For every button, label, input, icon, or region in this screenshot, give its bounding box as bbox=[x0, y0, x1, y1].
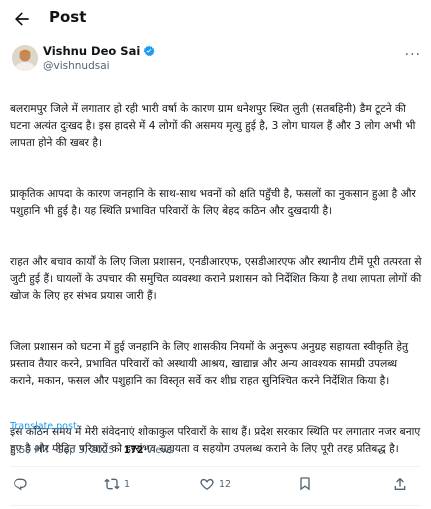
bookmark-icon bbox=[300, 477, 310, 491]
post-meta: 2:59 PM · Sep 3, 2025 · 172 Views bbox=[10, 445, 174, 456]
translate-post-link[interactable]: Translate post bbox=[10, 421, 77, 432]
bookmark-button[interactable] bbox=[297, 476, 313, 492]
repost-button[interactable]: 1 bbox=[104, 476, 130, 492]
repost-count: 1 bbox=[124, 478, 131, 490]
author-name[interactable]: Vishnu Deo Sai bbox=[43, 44, 140, 58]
more-icon[interactable]: ··· bbox=[405, 47, 421, 63]
views-count: 172 bbox=[123, 445, 144, 456]
author-name-row: Vishnu Deo Sai bbox=[43, 44, 155, 58]
share-icon bbox=[394, 477, 406, 490]
post-paragraph: बलरामपुर जिले में लगातार हो रही भारी वर्… bbox=[10, 103, 416, 149]
views-label: Views bbox=[143, 445, 174, 456]
top-bar: Post bbox=[0, 0, 431, 38]
author-handle[interactable]: @vishnudsai bbox=[43, 60, 110, 72]
post-paragraph: राहत और बचाव कार्यों के लिए जिला प्रशासन… bbox=[10, 256, 422, 302]
post-paragraph: प्राकृतिक आपदा के कारण जनहानि के साथ-साथ… bbox=[10, 188, 416, 217]
like-icon bbox=[200, 478, 214, 490]
avatar[interactable] bbox=[12, 45, 38, 71]
action-bar: 1 12 bbox=[0, 472, 431, 500]
repost-icon bbox=[104, 478, 120, 490]
back-button[interactable] bbox=[12, 9, 32, 29]
divider bbox=[10, 466, 421, 467]
reply-icon bbox=[14, 478, 27, 491]
share-button[interactable] bbox=[392, 476, 408, 492]
avatar-image bbox=[12, 45, 38, 71]
divider bbox=[10, 505, 421, 506]
post-timestamp[interactable]: 2:59 PM · Sep 3, 2025 · bbox=[10, 445, 124, 456]
verified-badge-icon bbox=[143, 45, 155, 57]
like-count: 12 bbox=[219, 478, 232, 490]
reply-button[interactable] bbox=[12, 476, 28, 492]
back-arrow-icon bbox=[15, 12, 29, 26]
post-paragraph: जिला प्रशासन को घटना में हुई जनहानि के ल… bbox=[10, 341, 409, 387]
page-title: Post bbox=[49, 8, 87, 26]
like-button[interactable]: 12 bbox=[199, 476, 231, 492]
